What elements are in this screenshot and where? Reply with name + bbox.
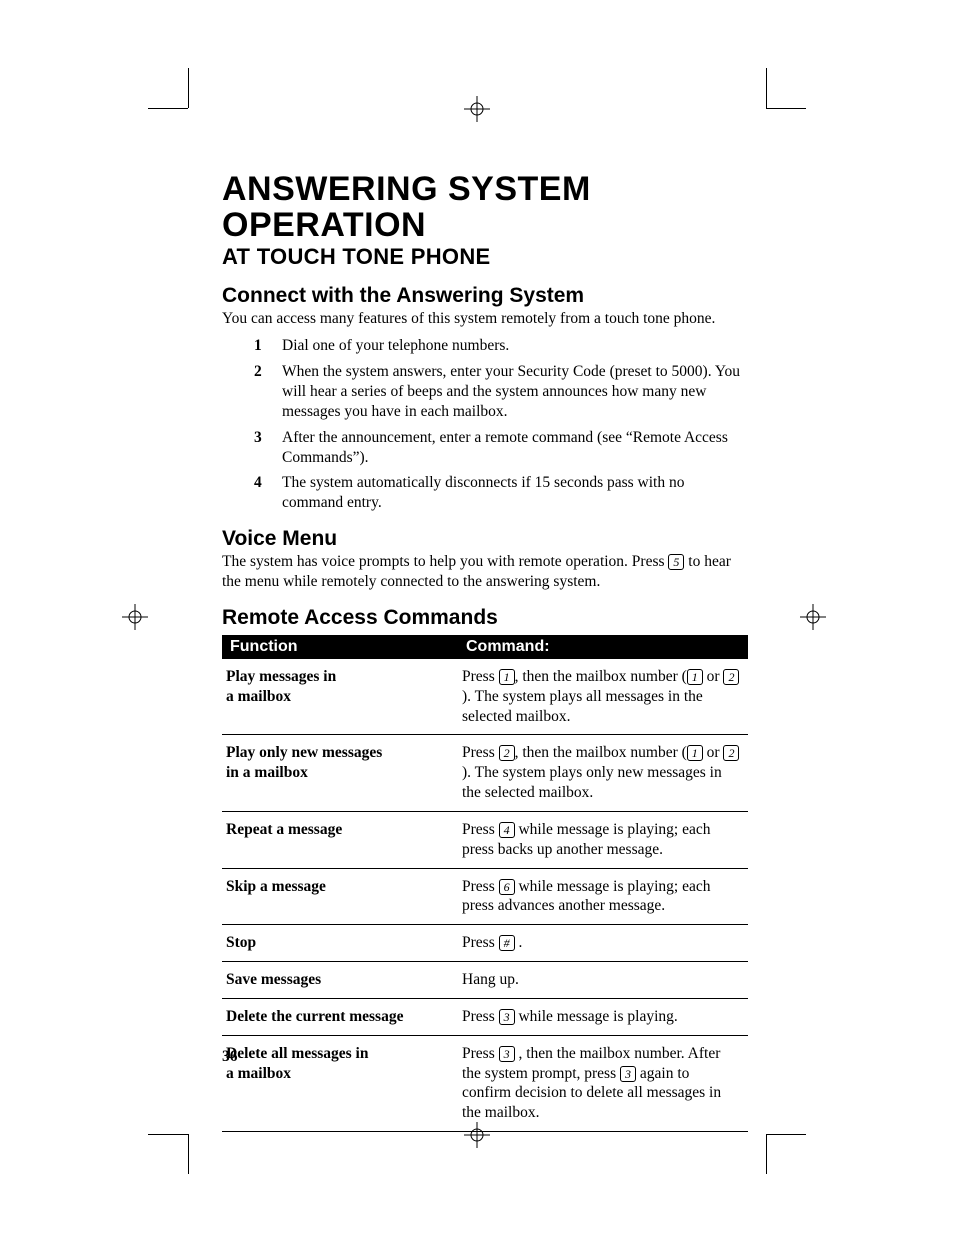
function-cell: Play messages ina mailbox <box>222 659 458 735</box>
section-heading-voice-menu: Voice Menu <box>222 527 748 550</box>
function-cell: Stop <box>222 925 458 962</box>
section-heading-connect: Connect with the Answering System <box>222 284 748 307</box>
key-icon: 5 <box>668 554 684 570</box>
key-icon: 1 <box>687 669 703 685</box>
key-icon: 4 <box>499 822 515 838</box>
voice-menu-text-pre: The system has voice prompts to help you… <box>222 553 668 570</box>
key-icon: 1 <box>499 669 515 685</box>
key-icon: 3 <box>499 1046 515 1062</box>
key-icon: 3 <box>499 1009 515 1025</box>
table-header-row: Function Command: <box>222 635 748 659</box>
function-cell: Delete the current message <box>222 998 458 1035</box>
command-cell: Press 2, then the mailbox number (1 or 2… <box>458 735 748 811</box>
crop-mark-top-left <box>148 88 188 128</box>
table-row: Delete all messages ina mailboxPress 3 ,… <box>222 1035 748 1131</box>
table-row: Play messages ina mailboxPress 1, then t… <box>222 659 748 735</box>
voice-menu-paragraph: The system has voice prompts to help you… <box>222 552 748 592</box>
table-row: Save messagesHang up. <box>222 962 748 999</box>
key-icon: 3 <box>620 1066 636 1082</box>
steps-list: Dial one of your telephone numbers. When… <box>222 336 748 513</box>
function-cell: Save messages <box>222 962 458 999</box>
step-item: The system automatically disconnects if … <box>282 473 748 513</box>
registration-mark-icon <box>122 604 148 630</box>
page: ANSWERING SYSTEM OPERATION AT TOUCH TONE… <box>0 0 954 1235</box>
registration-mark-icon <box>464 96 490 122</box>
table-row: StopPress # . <box>222 925 748 962</box>
step-item: Dial one of your telephone numbers. <box>282 336 748 356</box>
content-area: ANSWERING SYSTEM OPERATION AT TOUCH TONE… <box>222 172 748 1132</box>
function-cell: Delete all messages ina mailbox <box>222 1035 458 1131</box>
table-row: Repeat a messagePress 4 while message is… <box>222 811 748 868</box>
section-heading-remote-commands: Remote Access Commands <box>222 606 748 629</box>
command-cell: Press 6 while message is playing; each p… <box>458 868 748 925</box>
page-title: ANSWERING SYSTEM OPERATION <box>222 172 748 243</box>
page-number: 36 <box>222 1048 238 1066</box>
table-row: Play only new messagesin a mailboxPress … <box>222 735 748 811</box>
key-icon: 6 <box>499 879 515 895</box>
command-cell: Hang up. <box>458 962 748 999</box>
step-item: After the announcement, enter a remote c… <box>282 428 748 468</box>
command-cell: Press 1, then the mailbox number (1 or 2… <box>458 659 748 735</box>
command-cell: Press 4 while message is playing; each p… <box>458 811 748 868</box>
command-cell: Press 3 , then the mailbox number. After… <box>458 1035 748 1131</box>
function-cell: Skip a message <box>222 868 458 925</box>
crop-mark-bottom-left <box>148 1114 188 1154</box>
function-cell: Play only new messagesin a mailbox <box>222 735 458 811</box>
crop-mark-bottom-right <box>766 1114 806 1154</box>
key-icon: 2 <box>723 669 739 685</box>
command-cell: Press # . <box>458 925 748 962</box>
key-icon: 2 <box>499 745 515 761</box>
key-icon: 1 <box>687 745 703 761</box>
intro-paragraph: You can access many features of this sys… <box>222 309 748 329</box>
key-icon: # <box>499 935 515 951</box>
table-row: Skip a messagePress 6 while message is p… <box>222 868 748 925</box>
registration-mark-icon <box>800 604 826 630</box>
step-item: When the system answers, enter your Secu… <box>282 362 748 421</box>
table-header-command: Command: <box>458 635 748 659</box>
page-subtitle: AT TOUCH TONE PHONE <box>222 245 748 269</box>
table-row: Delete the current messagePress 3 while … <box>222 998 748 1035</box>
key-icon: 2 <box>723 745 739 761</box>
crop-mark-top-right <box>766 88 806 128</box>
function-cell: Repeat a message <box>222 811 458 868</box>
table-header-function: Function <box>222 635 458 659</box>
commands-table: Function Command: Play messages ina mail… <box>222 635 748 1132</box>
command-cell: Press 3 while message is playing. <box>458 998 748 1035</box>
